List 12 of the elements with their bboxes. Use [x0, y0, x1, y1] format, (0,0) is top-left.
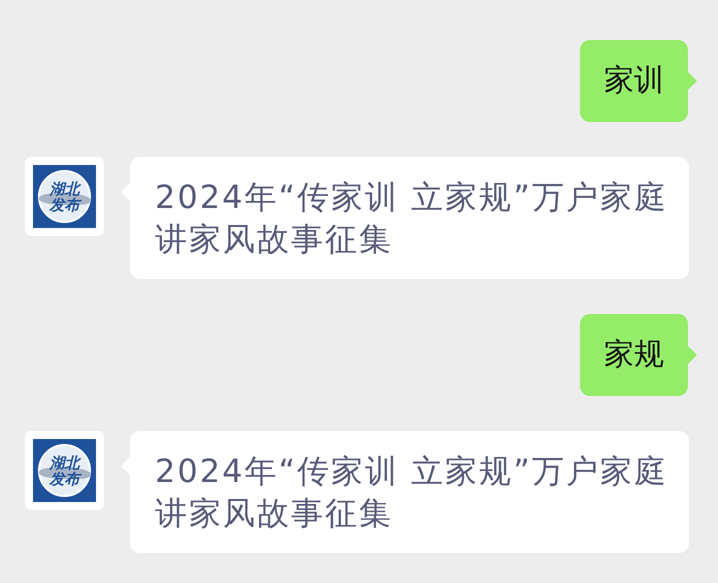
sent-message-bubble: 家规	[580, 314, 688, 396]
logo-text: 发布	[50, 196, 80, 212]
bubble-tail	[688, 72, 697, 90]
logo-text: 发布	[50, 470, 80, 486]
logo-text: 湖北	[50, 454, 80, 470]
avatar-logo[interactable]: 湖北 发布	[25, 431, 104, 510]
sent-message-bubble: 家训	[580, 40, 688, 122]
logo-text: 湖北	[50, 180, 80, 196]
avatar-logo[interactable]: 湖北 发布	[25, 157, 104, 236]
received-message-bubble[interactable]: 2024年“传家训 立家规”万户家庭讲家风故事征集	[130, 157, 689, 279]
received-message-bubble[interactable]: 2024年“传家训 立家规”万户家庭讲家风故事征集	[130, 431, 689, 553]
bubble-tail	[688, 346, 697, 364]
